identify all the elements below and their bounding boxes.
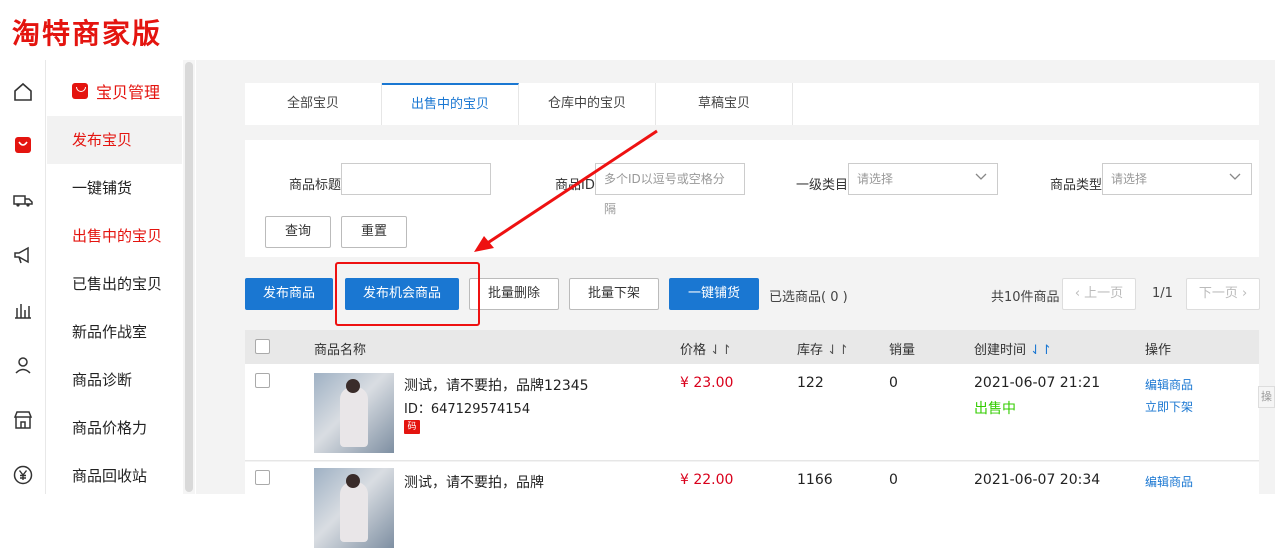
sidebar-item-publish[interactable]: 发布宝贝 <box>47 116 182 164</box>
type-select[interactable]: 请选择 <box>1102 163 1252 195</box>
tab-draft[interactable]: 草稿宝贝 <box>656 83 793 125</box>
col-created[interactable]: 创建时间 ⇃↾ <box>974 339 1052 358</box>
type-placeholder: 请选择 <box>1111 172 1148 186</box>
type-label: 商品类型 <box>1050 178 1103 193</box>
sidebar-item-on-sale[interactable]: 出售中的宝贝 <box>47 212 182 260</box>
sidebar-item-diagnosis[interactable]: 商品诊断 <box>47 356 182 404</box>
next-page-label: 下一页 <box>1198 286 1238 301</box>
icon-rail <box>0 60 46 494</box>
code-badge: 码 <box>404 420 420 434</box>
col-stock[interactable]: 库存 ⇃↾ <box>797 339 849 358</box>
col-price[interactable]: 价格 ⇃↾ <box>680 339 732 358</box>
product-created: 2021-06-07 21:21 <box>974 375 1101 391</box>
store-icon[interactable] <box>11 408 35 432</box>
chevron-right-icon: › <box>1237 286 1248 301</box>
product-price: ¥ 22.00 <box>680 472 734 488</box>
select-all-checkbox[interactable] <box>255 339 270 354</box>
batch-delist-button[interactable]: 批量下架 <box>569 278 659 310</box>
product-id: ID：647129574154 <box>404 402 531 417</box>
table-header: 商品名称 价格 ⇃↾ 库存 ⇃↾ 销量 创建时间 ⇃↾ 操作 <box>245 330 1259 364</box>
chevron-down-icon <box>1229 173 1241 180</box>
product-title[interactable]: 测试，请不要拍，品牌 <box>404 472 544 492</box>
table-row: 测试，请不要拍，品牌 ¥ 22.00 1166 0 2021-06-07 20:… <box>245 462 1259 548</box>
query-button[interactable]: 查询 <box>265 216 331 248</box>
yuan-icon[interactable] <box>11 463 35 487</box>
prev-page-label: 上一页 <box>1084 286 1124 301</box>
product-stock: 1166 <box>797 472 833 488</box>
product-created: 2021-06-07 20:34 <box>974 472 1101 488</box>
id-label: 商品ID <box>555 178 595 193</box>
product-thumbnail[interactable] <box>314 468 394 548</box>
bag-icon[interactable] <box>11 133 35 157</box>
category-placeholder: 请选择 <box>857 172 894 186</box>
product-sales: 0 <box>889 472 898 488</box>
tab-bar: 全部宝贝 出售中的宝贝 仓库中的宝贝 草稿宝贝 <box>245 83 1259 125</box>
tab-warehouse[interactable]: 仓库中的宝贝 <box>519 83 656 125</box>
megaphone-icon[interactable] <box>11 243 35 267</box>
one-click-button[interactable]: 一键铺货 <box>669 278 759 310</box>
annotation-highlight-box <box>335 262 480 326</box>
sidebar-header[interactable]: 宝贝管理 <box>72 80 160 102</box>
tab-all[interactable]: 全部宝贝 <box>245 83 382 125</box>
col-name: 商品名称 <box>314 343 367 358</box>
chevron-left-icon: ‹ <box>1074 286 1085 301</box>
sidebar-item-new-product[interactable]: 新品作战室 <box>47 308 182 356</box>
product-title[interactable]: 测试，请不要拍，品牌12345 <box>404 375 589 395</box>
id-input[interactable]: 多个ID以逗号或空格分隔 <box>595 163 745 216</box>
product-stock: 122 <box>797 375 824 391</box>
col-ops: 操作 <box>1145 343 1172 358</box>
page-indicator: 1/1 <box>1152 286 1173 301</box>
total-count: 共10件商品 <box>991 290 1060 305</box>
edit-product-link[interactable]: 编辑商品 <box>1145 473 1193 490</box>
sidebar-header-label: 宝贝管理 <box>96 83 161 102</box>
sidebar: 宝贝管理 发布宝贝 一键铺货 出售中的宝贝 已售出的宝贝 新品作战室 商品诊断 … <box>47 60 182 494</box>
sidebar-scrollbar-thumb[interactable] <box>185 62 193 492</box>
user-icon[interactable] <box>11 353 35 377</box>
sidebar-item-one-click[interactable]: 一键铺货 <box>47 164 182 212</box>
publish-button[interactable]: 发布商品 <box>245 278 333 310</box>
row-checkbox[interactable] <box>255 470 270 485</box>
category-select[interactable]: 请选择 <box>848 163 998 195</box>
sidebar-item-sold[interactable]: 已售出的宝贝 <box>47 260 182 308</box>
sort-icon: ⇃↾ <box>710 343 732 358</box>
app-logo[interactable]: 淘特商家版 <box>12 12 162 52</box>
filter-panel: 商品标题 商品ID 多个ID以逗号或空格分隔 一级类目 请选择 商品类型 请选择… <box>245 140 1259 257</box>
status-badge: 出售中 <box>974 401 1016 417</box>
category-label: 一级类目 <box>796 178 849 193</box>
truck-icon[interactable] <box>11 188 35 212</box>
title-input[interactable] <box>341 163 491 195</box>
title-label: 商品标题 <box>289 178 342 193</box>
chevron-down-icon <box>975 173 987 180</box>
bag-icon <box>72 83 88 99</box>
side-tab[interactable]: 操 <box>1258 386 1275 408</box>
product-sales: 0 <box>889 375 898 391</box>
selected-count: 已选商品( 0 ) <box>769 290 848 305</box>
tab-on-sale[interactable]: 出售中的宝贝 <box>382 83 519 125</box>
table-row: 测试，请不要拍，品牌12345 ID：647129574154 码 ¥ 23.0… <box>245 364 1259 461</box>
reset-button[interactable]: 重置 <box>341 216 407 248</box>
product-thumbnail[interactable] <box>314 373 394 453</box>
home-icon[interactable] <box>11 80 35 104</box>
top-bar: 淘特商家版 <box>0 0 1275 60</box>
sidebar-item-recycle-bin[interactable]: 商品回收站 <box>47 452 182 500</box>
delist-link[interactable]: 立即下架 <box>1145 398 1193 415</box>
prev-page-button[interactable]: ‹ 上一页 <box>1062 278 1136 310</box>
batch-delete-button[interactable]: 批量删除 <box>469 278 559 310</box>
sidebar-item-price-power[interactable]: 商品价格力 <box>47 404 182 452</box>
product-price: ¥ 23.00 <box>680 375 734 391</box>
sort-icon: ⇃↾ <box>1030 343 1052 358</box>
sort-icon: ⇃↾ <box>827 343 849 358</box>
next-page-button[interactable]: 下一页 › <box>1186 278 1260 310</box>
col-sales: 销量 <box>889 343 916 358</box>
chart-icon[interactable] <box>11 298 35 322</box>
row-checkbox[interactable] <box>255 373 270 388</box>
edit-product-link[interactable]: 编辑商品 <box>1145 376 1193 393</box>
